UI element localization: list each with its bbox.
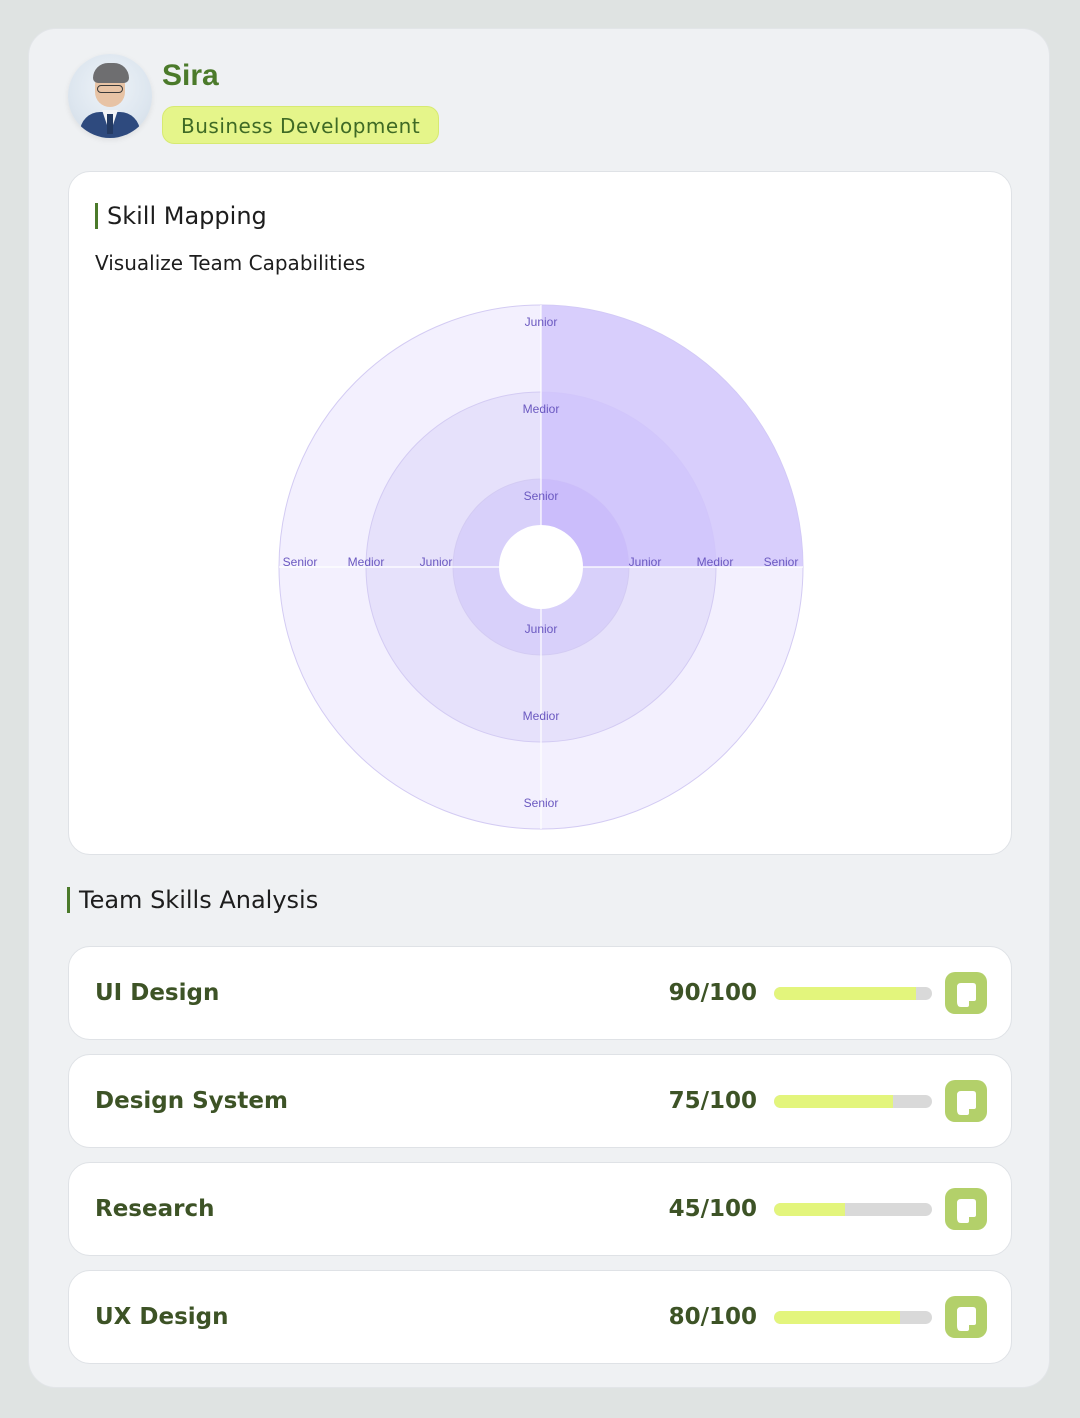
- skill-progress-track: [774, 1203, 932, 1216]
- chart-label: Junior: [525, 315, 558, 329]
- skill-name: UI Design: [95, 980, 220, 1006]
- skill-name: Design System: [95, 1088, 288, 1114]
- skill-progress-track: [774, 1095, 932, 1108]
- corner-arrow-icon[interactable]: [945, 1296, 987, 1338]
- skill-progress-track: [774, 1311, 932, 1324]
- section-accent-bar: [67, 887, 70, 913]
- corner-arrow-icon[interactable]: [945, 972, 987, 1014]
- skill-sunburst-chart: Junior Medior Senior Junior Medior Senior Juni…: [278, 304, 804, 830]
- skill-row[interactable]: UI Design 90/100: [68, 946, 1012, 1040]
- chart-label: Senior: [283, 555, 318, 569]
- profile-header: Sira Business Development: [68, 54, 568, 144]
- skill-mapping-card: Skill Mapping Visualize Team Capabilitie…: [68, 171, 1012, 855]
- skill-score: 80/100: [668, 1304, 757, 1330]
- chart-label: Junior: [525, 622, 558, 636]
- skill-score: 90/100: [668, 980, 757, 1006]
- chart-label: Medior: [348, 555, 385, 569]
- chart-label: Medior: [523, 709, 560, 723]
- skill-name: Research: [95, 1196, 215, 1222]
- skill-progress-track: [774, 987, 932, 1000]
- skill-progress-fill: [774, 987, 917, 1000]
- department-badge: Business Development: [162, 106, 440, 144]
- avatar-glasses: [97, 85, 123, 93]
- team-skills-title: Team Skills Analysis: [79, 886, 319, 914]
- chart-label: Junior: [629, 555, 662, 569]
- skill-row[interactable]: Research 45/100: [68, 1162, 1012, 1256]
- skill-name: UX Design: [95, 1304, 229, 1330]
- avatar-tie: [107, 114, 113, 134]
- skill-score: 45/100: [668, 1196, 757, 1222]
- chart-label: Medior: [697, 555, 734, 569]
- profile-name: Sira: [162, 59, 219, 92]
- corner-arrow-icon[interactable]: [945, 1080, 987, 1122]
- skill-progress-fill: [774, 1095, 893, 1108]
- corner-arrow-icon[interactable]: [945, 1188, 987, 1230]
- skill-row[interactable]: Design System 75/100: [68, 1054, 1012, 1148]
- chart-label: Medior: [523, 402, 560, 416]
- skill-progress-fill: [774, 1203, 846, 1216]
- chart-label: Junior: [420, 555, 453, 569]
- skill-score: 75/100: [668, 1088, 757, 1114]
- skill-row[interactable]: UX Design 80/100: [68, 1270, 1012, 1364]
- skill-progress-fill: [774, 1311, 901, 1324]
- avatar[interactable]: [68, 54, 152, 138]
- avatar-hair: [93, 63, 129, 83]
- chart-label: Senior: [764, 555, 799, 569]
- chart-label: Senior: [524, 489, 559, 503]
- chart-label: Senior: [524, 796, 559, 810]
